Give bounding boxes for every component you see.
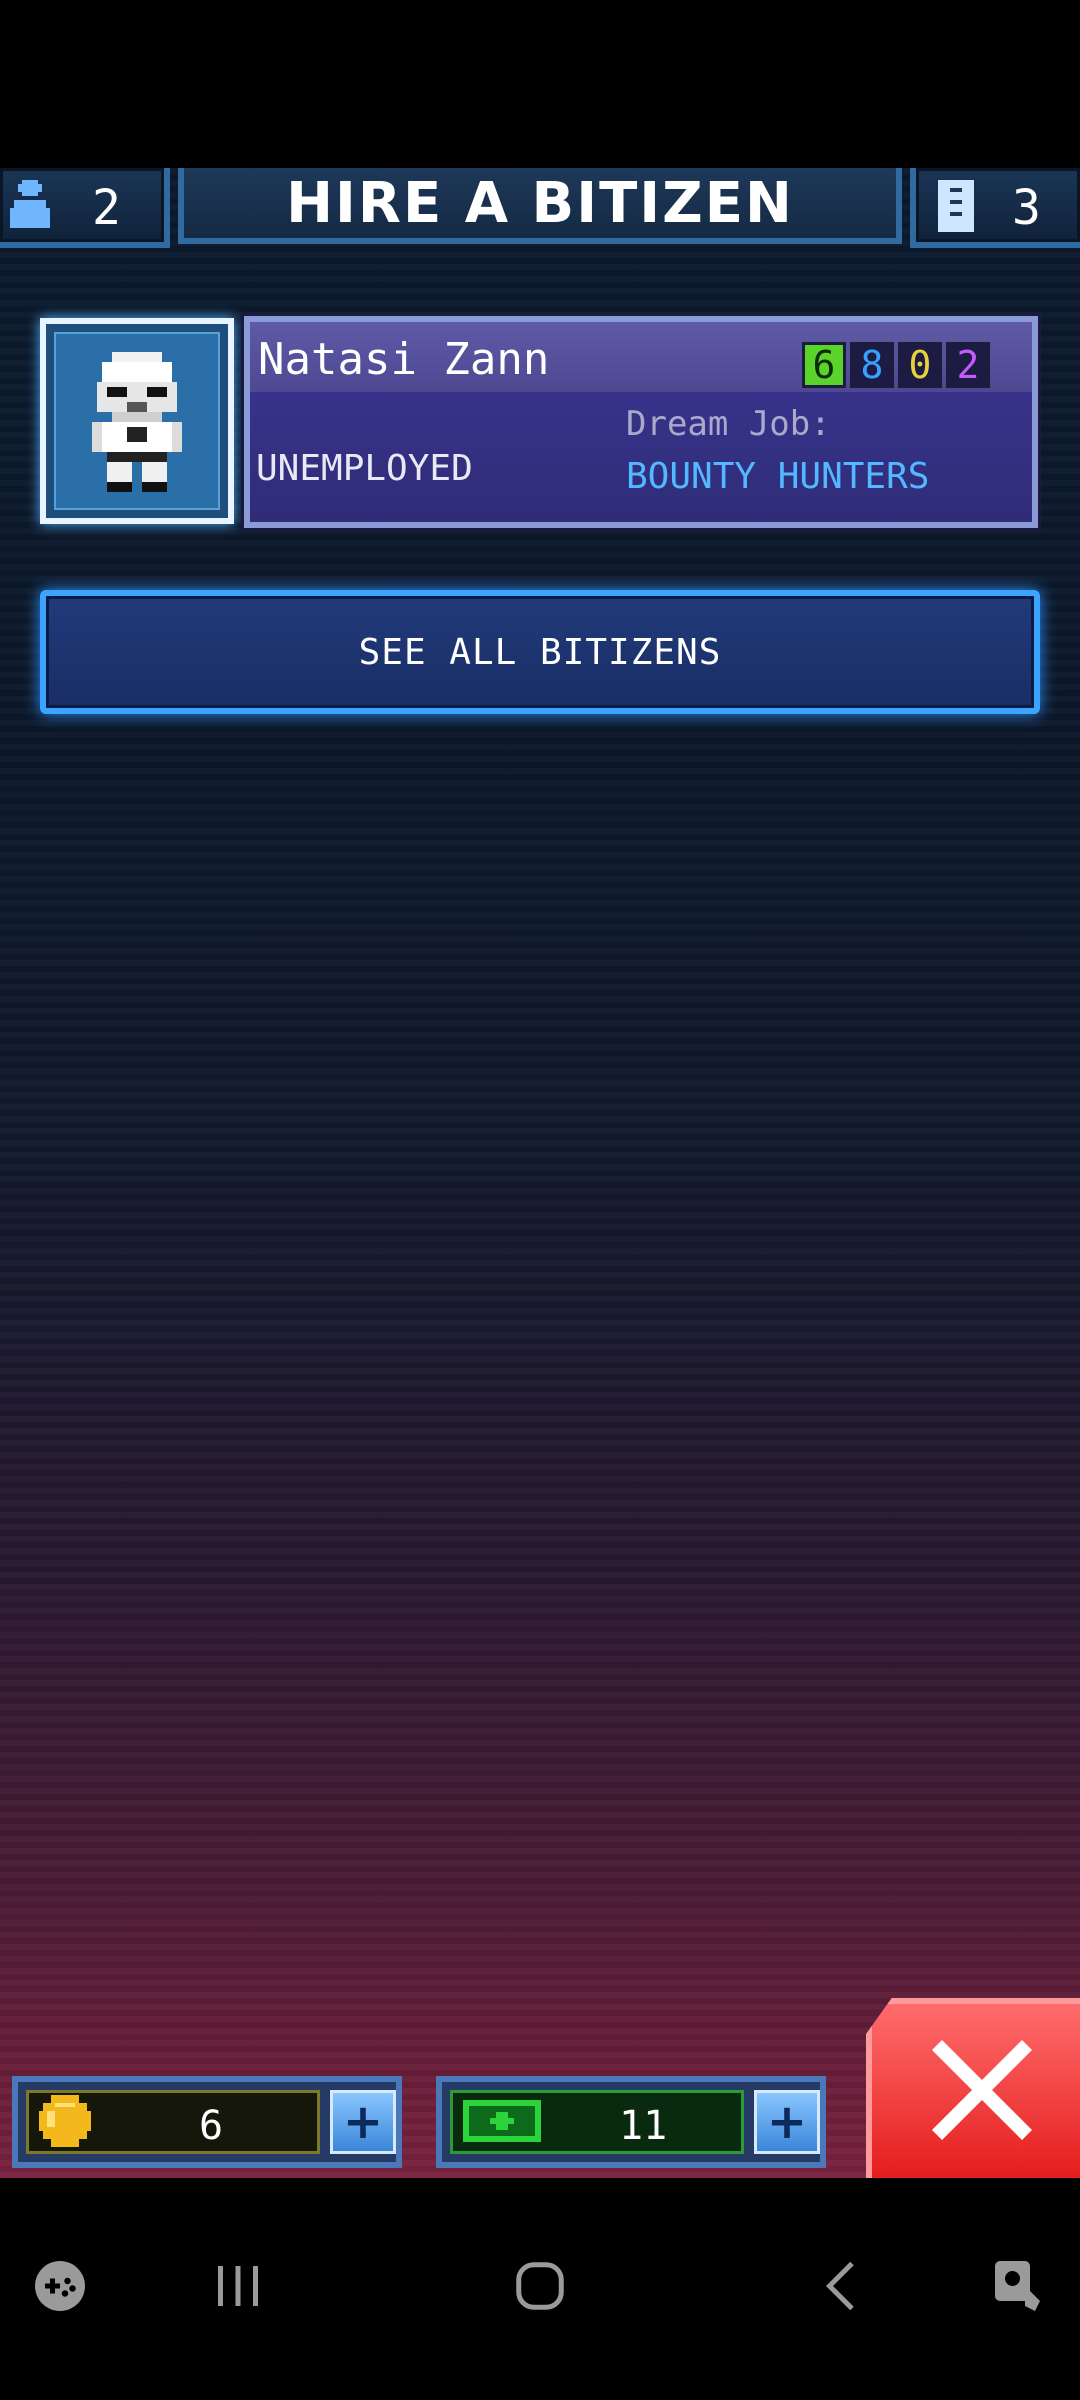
coin-icon: [39, 2095, 91, 2147]
page-title-bar: HIRE A BITIZEN: [178, 168, 902, 244]
building-icon: [938, 180, 974, 232]
home-icon[interactable]: [510, 2256, 570, 2316]
back-icon[interactable]: [812, 2256, 872, 2316]
see-all-bitizens-button[interactable]: SEE ALL BITIZENS: [40, 590, 1040, 714]
recent-apps-icon[interactable]: [208, 2256, 268, 2316]
stat-food: 6: [802, 342, 846, 388]
bux-panel: 11 +: [436, 2076, 826, 2168]
page-title: HIRE A BITIZEN: [286, 170, 794, 236]
buy-bux-button[interactable]: +: [754, 2090, 820, 2154]
close-icon: [932, 2040, 1032, 2140]
bitizen-count-panel[interactable]: 2: [0, 168, 170, 248]
bux-value: 11: [619, 2103, 668, 2149]
plus-icon: +: [766, 2094, 808, 2150]
buy-coins-button[interactable]: +: [330, 2090, 396, 2154]
employment-status: UNEMPLOYED: [256, 448, 473, 489]
stat-service: 8: [850, 342, 894, 388]
bux-icon: [463, 2100, 541, 2142]
stormtrooper-avatar-icon: [92, 352, 182, 492]
stat-retail: 2: [946, 342, 990, 388]
bitizen-card[interactable]: Natasi Zann 6 8 0 2 UNEMPLOYED Dream Job…: [244, 316, 1038, 528]
bitizen-count: 2: [92, 180, 121, 236]
coins-panel: 6 +: [12, 2076, 402, 2168]
floor-count: 3: [1012, 180, 1041, 236]
bux-field: 11: [450, 2090, 744, 2154]
dream-job-label: Dream Job:: [626, 404, 831, 444]
coins-field: 6: [26, 2090, 320, 2154]
bitizen-name-row: Natasi Zann 6 8 0 2: [250, 322, 1032, 392]
game-tools-icon[interactable]: [30, 2256, 90, 2316]
see-all-bitizens-label: SEE ALL BITIZENS: [358, 631, 722, 673]
plus-icon: +: [342, 2094, 384, 2150]
coins-value: 6: [199, 2103, 224, 2149]
system-navigation-bar: [0, 2178, 1080, 2400]
dream-job-value: BOUNTY HUNTERS: [626, 456, 930, 497]
bitizen-details: UNEMPLOYED Dream Job: BOUNTY HUNTERS: [250, 392, 1032, 522]
status-bar: [0, 0, 1080, 168]
close-button[interactable]: [866, 1998, 1080, 2178]
bitizen-name: Natasi Zann: [258, 334, 550, 385]
floor-count-panel[interactable]: 3: [910, 168, 1080, 248]
screen-pinning-icon[interactable]: [990, 2256, 1050, 2316]
person-icon: [10, 180, 50, 228]
bitizen-avatar-frame[interactable]: [40, 318, 234, 524]
stat-recreation: 0: [898, 342, 942, 388]
